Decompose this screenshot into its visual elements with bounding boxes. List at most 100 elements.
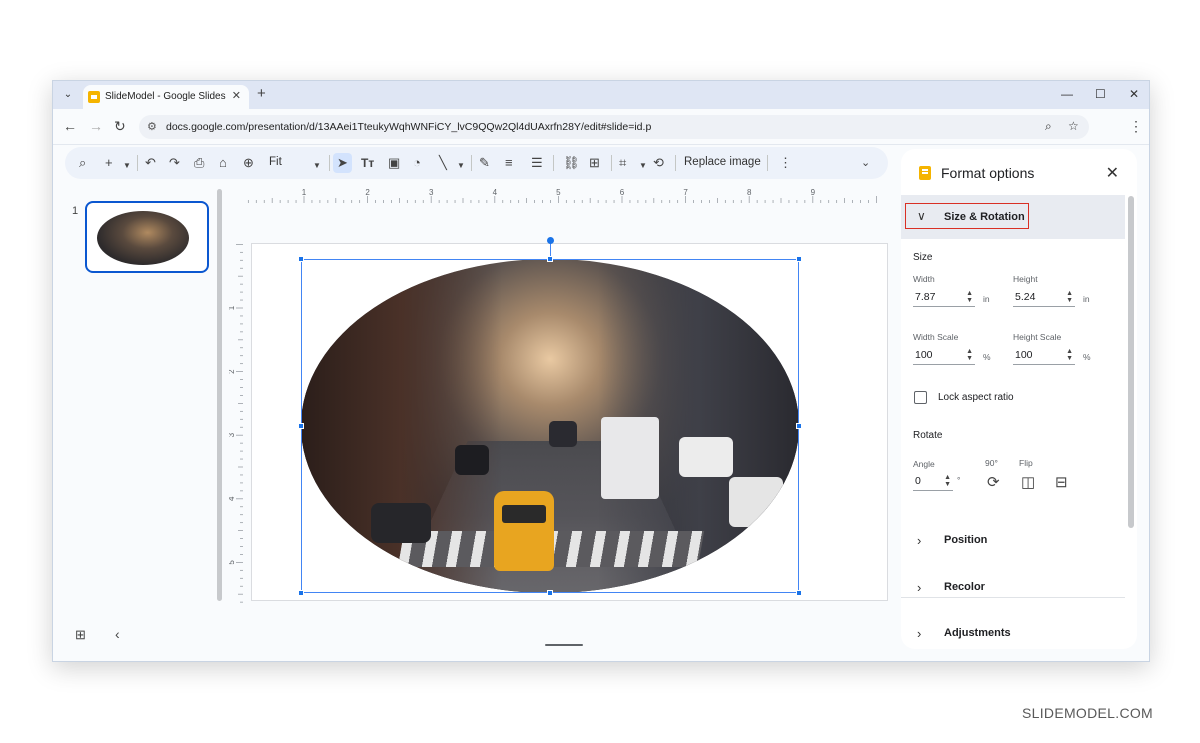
paint-format-icon[interactable]: ⌂: [219, 155, 227, 171]
stepper-icon[interactable]: ▲ ▼: [966, 348, 973, 362]
section-recolor[interactable]: Recolor: [944, 581, 985, 593]
browser-tab[interactable]: SlideModel - Google Slides ✕: [83, 85, 249, 109]
zoom-in-icon[interactable]: ⊕: [243, 155, 254, 171]
rotate-heading: Rotate: [913, 430, 943, 441]
insert-link-icon[interactable]: ⛓: [563, 155, 580, 171]
ruler-label: 3: [429, 188, 434, 197]
toolbar-divider: [329, 155, 330, 171]
add-comment-icon[interactable]: ⊞: [589, 155, 600, 171]
ruler-label: 9: [811, 188, 816, 197]
chevron-right-icon: ›: [917, 533, 922, 548]
more-options-icon[interactable]: ⋮: [779, 155, 792, 171]
undo-icon[interactable]: ↶: [145, 155, 156, 171]
format-options-icon: [919, 166, 931, 180]
flip-vertical-icon[interactable]: ⊟: [1055, 473, 1068, 491]
height-scale-input[interactable]: 100 ▲ ▼: [1013, 347, 1075, 365]
ruler-label: 5: [556, 188, 561, 197]
back-icon[interactable]: ←: [63, 118, 77, 134]
tab-title: SlideModel - Google Slides: [105, 91, 226, 102]
new-slide-icon[interactable]: +: [105, 155, 113, 171]
thumbnail-image: [97, 211, 189, 265]
close-window-icon[interactable]: ✕: [1129, 87, 1139, 101]
shape-icon[interactable]: ◔: [413, 155, 421, 171]
chevron-right-icon: ›: [917, 626, 922, 641]
angle-input[interactable]: 0 ▲ ▼: [913, 473, 953, 491]
rotate-handle[interactable]: [547, 237, 554, 244]
vertical-ruler[interactable]: 1 2 3 4 5: [229, 243, 243, 603]
browser-window: ⌄ SlideModel - Google Slides ✕ + — ☐ ✕ ←…: [52, 80, 1150, 662]
close-tab-icon[interactable]: ✕: [232, 89, 241, 102]
resize-handle-top-right[interactable]: [796, 256, 802, 262]
close-panel-icon[interactable]: ✕: [1106, 163, 1119, 183]
line-icon[interactable]: ╲: [439, 155, 447, 171]
zoom-dropdown-icon[interactable]: ▼: [313, 158, 321, 174]
resize-handle-top[interactable]: [547, 256, 553, 262]
width-scale-label: Width Scale: [913, 332, 959, 342]
mask-dropdown-icon[interactable]: ▼: [639, 158, 647, 174]
section-size-rotation[interactable]: ∨ Size & Rotation: [901, 195, 1125, 239]
toolbar-divider: [675, 155, 676, 171]
resize-handle-bottom-left[interactable]: [298, 590, 304, 596]
horizontal-ruler[interactable]: 1 2 3 4 5 6 7 8 9: [243, 187, 888, 203]
section-adjustments[interactable]: Adjustments: [944, 627, 1011, 639]
speaker-notes-handle[interactable]: [545, 644, 583, 646]
ruler-label: 4: [229, 496, 236, 501]
ruler-label: 2: [365, 188, 370, 197]
resize-handle-bottom-right[interactable]: [796, 590, 802, 596]
zoom-icon[interactable]: ⌕: [1045, 119, 1052, 134]
tab-search-icon[interactable]: ⌄: [59, 86, 77, 104]
stepper-icon[interactable]: ▲ ▼: [1066, 290, 1073, 304]
border-weight-icon[interactable]: ≡: [505, 155, 513, 171]
site-info-icon[interactable]: ⚙: [147, 120, 157, 133]
flip-horizontal-icon[interactable]: ◫: [1021, 473, 1035, 491]
crop-icon[interactable]: ⌗: [619, 155, 626, 171]
panel-scrollbar[interactable]: [1128, 196, 1134, 528]
reset-image-icon[interactable]: ⟲: [653, 155, 664, 171]
height-value: 5.24: [1015, 291, 1036, 303]
zoom-select[interactable]: Fit: [269, 156, 282, 168]
height-scale-label: Height Scale: [1013, 332, 1062, 342]
toolbar-divider: [471, 155, 472, 171]
omnibox[interactable]: ⚙ docs.google.com/presentation/d/13AAei1…: [139, 115, 1089, 139]
ruler-label: 1: [229, 305, 236, 310]
panel-divider: [901, 597, 1125, 598]
selection-box: [301, 259, 799, 593]
resize-handle-top-left[interactable]: [298, 256, 304, 262]
width-input[interactable]: 7.87 ▲ ▼: [913, 289, 975, 307]
select-tool-icon[interactable]: ➤: [333, 153, 352, 173]
reload-icon[interactable]: ↻: [114, 118, 126, 135]
section-position[interactable]: Position: [944, 534, 987, 546]
replace-image-button[interactable]: Replace image: [684, 156, 761, 168]
filmstrip-scrollbar[interactable]: [217, 189, 222, 601]
collapse-toolbar-icon[interactable]: ⌄: [861, 155, 870, 171]
ruler-label: 3: [229, 432, 236, 437]
line-dropdown-icon[interactable]: ▼: [457, 158, 465, 174]
redo-icon[interactable]: ↷: [169, 155, 180, 171]
bookmark-star-icon[interactable]: ☆: [1068, 119, 1079, 133]
text-box-icon[interactable]: Tт: [361, 155, 374, 171]
stepper-icon[interactable]: ▲ ▼: [1066, 348, 1073, 362]
resize-handle-left[interactable]: [298, 423, 304, 429]
border-dash-icon[interactable]: ☰: [531, 155, 543, 171]
width-scale-input[interactable]: 100 ▲ ▼: [913, 347, 975, 365]
height-input[interactable]: 5.24 ▲ ▼: [1013, 289, 1075, 307]
forward-icon[interactable]: →: [89, 118, 103, 134]
resize-handle-bottom[interactable]: [547, 590, 553, 596]
collapse-filmstrip-icon[interactable]: ‹: [115, 626, 120, 642]
search-menus-icon[interactable]: ⌕: [79, 155, 86, 171]
maximize-icon[interactable]: ☐: [1095, 87, 1106, 101]
lock-aspect-ratio-checkbox[interactable]: [914, 391, 927, 404]
browser-menu-icon[interactable]: ⋮: [1129, 118, 1143, 135]
resize-handle-right[interactable]: [796, 423, 802, 429]
border-color-icon[interactable]: ✎: [479, 155, 490, 171]
print-icon[interactable]: ⎙: [194, 155, 204, 171]
insert-image-icon[interactable]: ▣: [388, 155, 400, 171]
minimize-icon[interactable]: —: [1061, 87, 1073, 101]
new-slide-dropdown-icon[interactable]: ▼: [123, 158, 131, 174]
slide-thumbnail[interactable]: [85, 201, 209, 273]
stepper-icon[interactable]: ▲ ▼: [966, 290, 973, 304]
stepper-icon[interactable]: ▲ ▼: [944, 474, 951, 488]
new-tab-icon[interactable]: +: [257, 85, 266, 102]
grid-view-icon[interactable]: ⊞: [75, 627, 86, 643]
rotate-90-icon[interactable]: ⟳: [987, 473, 1000, 491]
